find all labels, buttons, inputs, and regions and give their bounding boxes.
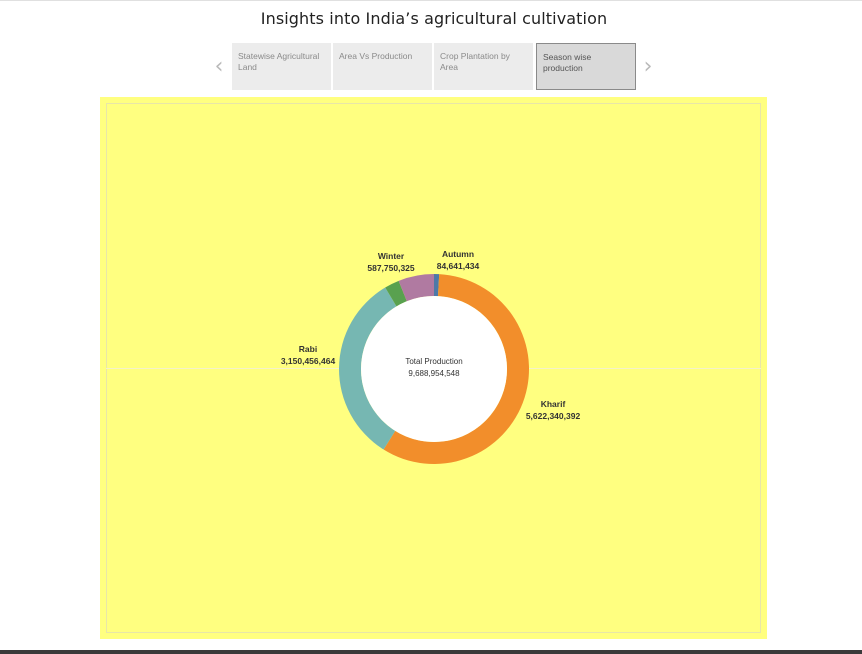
slice-name-autumn: Autumn: [442, 249, 474, 259]
dashboard-panel: Autumn 84,641,434 Kharif 5,622,340,392 Rabi 3…: [100, 97, 767, 639]
slice-value-winter: 587,750,325: [367, 263, 415, 273]
top-border: [0, 0, 862, 1]
center-label: Total Production: [405, 357, 462, 366]
tab-statewise-agricultural-land[interactable]: Statewise Agricultural Land: [232, 43, 331, 90]
slice-value-autumn: 84,641,434: [437, 261, 480, 271]
donut-chart: Autumn 84,641,434 Kharif 5,622,340,392 Rabi 3…: [281, 249, 581, 464]
slice-value-kharif: 5,622,340,392: [526, 411, 581, 421]
tab-area-vs-production[interactable]: Area Vs Production: [333, 43, 432, 90]
chevron-right-icon[interactable]: ›: [640, 55, 656, 79]
slice-value-rabi: 3,150,456,464: [281, 356, 336, 366]
tab-crop-plantation-by-area[interactable]: Crop Plantation by Area: [434, 43, 533, 90]
slice-name-winter: Winter: [378, 251, 405, 261]
page-title: Insights into India’s agricultural culti…: [260, 9, 608, 28]
chevron-left-icon[interactable]: ‹: [211, 55, 227, 79]
center-value: 9,688,954,548: [408, 369, 460, 378]
slice-name-rabi: Rabi: [299, 344, 317, 354]
slice-name-kharif: Kharif: [541, 399, 566, 409]
footer-edge: [0, 650, 862, 654]
tab-season-wise-production[interactable]: Season wise production: [536, 43, 636, 90]
